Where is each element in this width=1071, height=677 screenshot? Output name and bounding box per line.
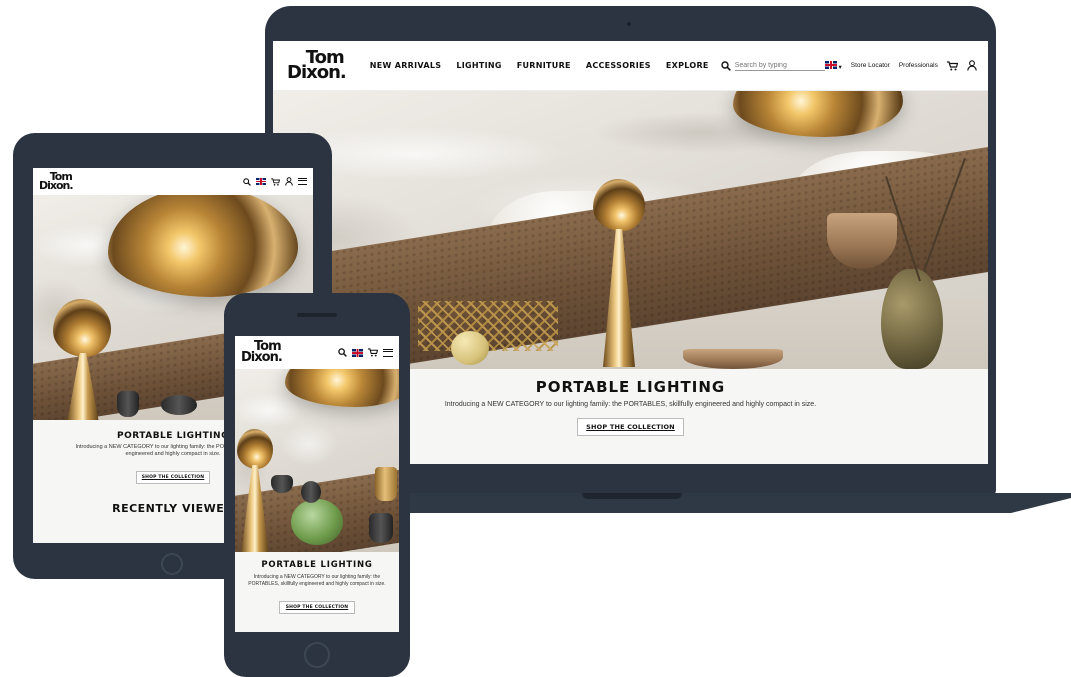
search-box	[721, 60, 825, 71]
hero-glass	[271, 475, 293, 493]
hero-gold-cup	[375, 467, 397, 501]
laptop-notch	[582, 493, 682, 499]
hero-glass	[369, 513, 393, 543]
language-selector[interactable]: ▾	[824, 60, 842, 71]
main-nav: NEW ARRIVALS LIGHTING FURNITURE ACCESSOR…	[370, 61, 709, 70]
laptop-base	[322, 493, 1071, 513]
phone-header-icons	[338, 348, 393, 357]
hero-vase	[881, 269, 943, 369]
tablet-header: Tom Dixon.	[33, 168, 313, 195]
phone-text-block: PORTABLE LIGHTING Introducing a NEW CATE…	[235, 552, 399, 632]
phone-speaker	[297, 313, 337, 317]
hero-portable-lamp	[53, 299, 111, 357]
nav-lighting[interactable]: LIGHTING	[456, 61, 501, 70]
cart-icon[interactable]	[271, 177, 280, 186]
hero-intro: Introducing a NEW CATEGORY to our lighti…	[248, 574, 386, 588]
hero-portable-lamp	[593, 179, 645, 231]
phone-hero-image[interactable]	[235, 369, 399, 552]
tablet-home-button	[161, 553, 183, 575]
hero-pendant-lamp	[108, 195, 298, 297]
hero-title: PORTABLE LIGHTING	[261, 560, 373, 570]
brand-logo[interactable]: Tom Dixon.	[39, 171, 74, 190]
account-icon[interactable]	[967, 60, 977, 71]
hero-glass	[161, 395, 197, 415]
shop-collection-button[interactable]: SHOP THE COLLECTION	[577, 418, 684, 436]
brand-logo[interactable]: Tom Dixon.	[287, 49, 347, 81]
uk-flag-icon	[824, 60, 837, 69]
hero-portable-lamp	[237, 429, 273, 469]
search-input[interactable]	[734, 60, 825, 71]
nav-new-arrivals[interactable]: NEW ARRIVALS	[370, 61, 442, 70]
hero-teapot	[291, 499, 343, 545]
hamburger-menu-icon[interactable]	[383, 348, 393, 357]
phone-header: Tom Dixon.	[235, 336, 399, 369]
cart-icon[interactable]	[368, 348, 378, 357]
laptop-camera	[627, 22, 631, 26]
phone-screen: Tom Dixon. PORTABLE LIGHTING Introducing …	[235, 336, 399, 632]
phone-device: Tom Dixon. PORTABLE LIGHTING Introducing …	[224, 293, 410, 677]
phone-home-button	[304, 642, 330, 668]
hero-pear	[451, 331, 489, 365]
hero-dish	[683, 349, 783, 369]
site-header: Tom Dixon. NEW ARRIVALS LIGHTING FURNITUR…	[273, 41, 988, 91]
hero-glass	[117, 391, 139, 417]
shop-collection-button[interactable]: SHOP THE COLLECTION	[278, 600, 356, 614]
search-icon[interactable]	[721, 60, 731, 71]
nav-explore[interactable]: EXPLORE	[666, 61, 709, 70]
store-locator-link[interactable]: Store Locator	[851, 62, 890, 69]
uk-flag-icon[interactable]	[256, 178, 266, 185]
professionals-link[interactable]: Professionals	[899, 62, 938, 69]
brand-logo[interactable]: Tom Dixon.	[241, 340, 283, 363]
account-icon[interactable]	[285, 177, 293, 186]
chevron-down-icon: ▾	[838, 63, 842, 71]
hero-glass	[301, 481, 321, 503]
shop-collection-button[interactable]: SHOP THE COLLECTION	[135, 470, 211, 484]
hamburger-menu-icon[interactable]	[298, 178, 307, 185]
uk-flag-icon[interactable]	[352, 348, 363, 357]
nav-accessories[interactable]: ACCESSORIES	[586, 61, 651, 70]
nav-furniture[interactable]: FURNITURE	[517, 61, 571, 70]
search-icon[interactable]	[243, 177, 251, 186]
header-utilities: ▾ Store Locator Professionals	[824, 60, 977, 71]
cart-icon[interactable]	[946, 60, 958, 71]
tablet-header-icons	[243, 177, 307, 186]
search-icon[interactable]	[338, 348, 347, 357]
